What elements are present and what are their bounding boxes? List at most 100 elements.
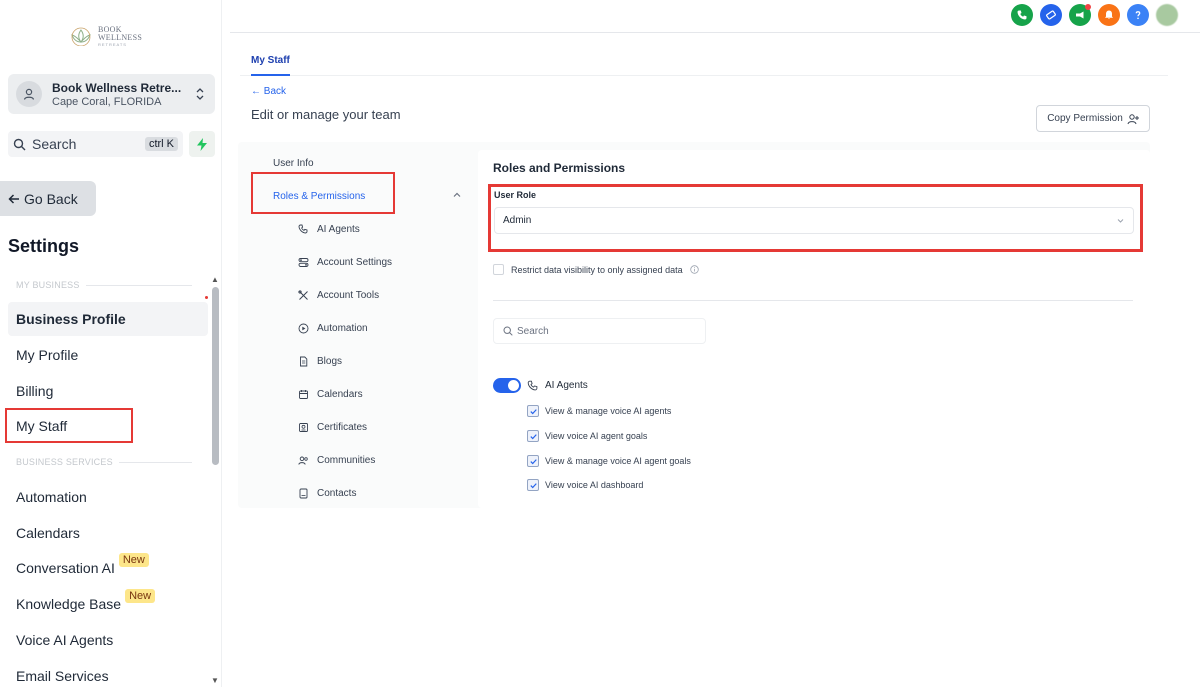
permission-checkbox[interactable] [527, 430, 539, 442]
subnav-certificates[interactable]: Certificates [298, 422, 367, 433]
copy-permission-label: Copy Permission [1047, 113, 1123, 124]
permission-item[interactable]: View voice AI dashboard [527, 479, 643, 491]
play-circle-icon [298, 323, 309, 334]
account-name: Book Wellness Retre... [52, 80, 182, 95]
permission-search-placeholder: Search [517, 325, 549, 337]
lotus-icon [71, 27, 91, 46]
divider [493, 300, 1133, 301]
search-icon [503, 326, 513, 336]
subnav-blogs[interactable]: Blogs [298, 356, 342, 367]
document-icon [300, 356, 308, 367]
sidebar-item-calendars[interactable]: Calendars [8, 516, 208, 550]
permission-item[interactable]: View & manage voice AI agents [527, 405, 671, 417]
notification-dot [205, 296, 208, 299]
new-badge: New [118, 553, 149, 567]
phone-call-icon [298, 224, 308, 234]
ai-agents-toggle[interactable] [493, 378, 521, 393]
ticket-icon [1046, 10, 1056, 20]
notifications-button[interactable] [1098, 4, 1120, 26]
search-shortcut: ctrl K [144, 137, 178, 151]
announcements-button[interactable] [1069, 4, 1091, 26]
megaphone-icon [1076, 11, 1084, 19]
tools-icon [298, 290, 308, 300]
back-link[interactable]: ← Back [251, 86, 286, 97]
phone-icon [1017, 10, 1027, 20]
subnav-ai-agents[interactable]: AI Agents [298, 224, 360, 235]
arrow-left-icon [8, 193, 19, 204]
permission-checkbox[interactable] [527, 455, 539, 467]
check-icon [529, 433, 537, 439]
sidebar-item-my-profile[interactable]: My Profile [8, 338, 208, 372]
sidebar-item-automation[interactable]: Automation [8, 480, 208, 514]
account-switcher[interactable]: Book Wellness Retre... Cape Coral, FLORI… [8, 74, 215, 114]
subnav-communities[interactable]: Communities [298, 455, 375, 466]
check-icon [529, 458, 537, 464]
restrict-visibility-label: Restrict data visibility to only assigne… [511, 264, 683, 275]
scroll-up-icon[interactable]: ▲ [211, 275, 219, 284]
subnav-calendars[interactable]: Calendars [298, 389, 363, 400]
permission-item[interactable]: View & manage voice AI agent goals [527, 455, 691, 467]
tab-my-staff[interactable]: My Staff [251, 55, 290, 76]
permission-checkbox[interactable] [527, 479, 539, 491]
section-my-business: MY BUSINESS [16, 280, 192, 290]
bell-icon [1105, 10, 1113, 20]
toggles-icon [298, 258, 309, 267]
search-label: Search [32, 136, 77, 152]
my-staff-highlight [5, 408, 133, 443]
user-role-highlight [488, 184, 1143, 252]
sidebar-item-conversation-ai[interactable]: Conversation AI New [8, 551, 208, 585]
new-badge: New [125, 589, 156, 603]
permission-checkbox[interactable] [527, 405, 539, 417]
subnav-account-tools[interactable]: Account Tools [298, 290, 379, 301]
users-icon [298, 456, 308, 465]
user-icon [23, 88, 35, 100]
settings-title: Settings [8, 236, 80, 256]
lightning-icon [197, 137, 207, 151]
user-avatar[interactable] [1156, 4, 1178, 26]
sidebar-search[interactable]: Search ctrl K [8, 131, 183, 157]
roles-permissions-highlight [251, 172, 395, 214]
brand-logo[interactable]: BOOK WELLNESS RETREATS [68, 24, 168, 48]
account-location: Cape Coral, FLORIDA [52, 95, 162, 108]
section-business-services: BUSINESS SERVICES [16, 457, 192, 467]
ai-agents-group-label: AI Agents [545, 380, 588, 391]
scroll-down-icon[interactable]: ▼ [211, 676, 219, 685]
go-back-label: Go Back [24, 190, 78, 207]
roles-permissions-heading: Roles and Permissions [493, 161, 626, 175]
contact-book-icon [299, 488, 308, 499]
subnav-account-settings[interactable]: Account Settings [298, 257, 392, 268]
sidebar-item-voice-ai-agents[interactable]: Voice AI Agents [8, 623, 208, 657]
subnav-user-info[interactable]: User Info [273, 158, 314, 169]
logo-subtext: RETREATS [97, 41, 127, 47]
permission-item[interactable]: View voice AI agent goals [527, 430, 647, 442]
subnav-contacts[interactable]: Contacts [298, 488, 356, 499]
permission-search-input[interactable]: Search [493, 318, 706, 344]
ticket-button[interactable] [1040, 4, 1062, 26]
info-icon[interactable] [689, 265, 699, 274]
go-back-button[interactable]: Go Back [0, 181, 96, 216]
sidebar-item-billing[interactable]: Billing [8, 374, 208, 408]
help-button[interactable] [1127, 4, 1149, 26]
search-icon [13, 138, 26, 150]
sidebar-scrollbar[interactable]: ▲ ▼ [211, 275, 219, 685]
sidebar-item-email-services[interactable]: Email Services [8, 659, 208, 687]
check-icon [529, 482, 537, 488]
calendar-icon [299, 390, 308, 399]
sidebar-item-knowledge-base[interactable]: Knowledge Base New [8, 587, 208, 621]
tab-bar: My Staff [240, 48, 1168, 76]
page-subtitle: Edit or manage your team [251, 107, 401, 122]
restrict-visibility-checkbox[interactable] [493, 264, 504, 275]
phone-button[interactable] [1011, 4, 1033, 26]
copy-permission-button[interactable]: Copy Permission [1036, 105, 1150, 132]
help-icon [1135, 11, 1141, 20]
sidebar-item-business-profile[interactable]: Business Profile [8, 302, 208, 336]
logo-text: BOOK WELLNESS [97, 24, 143, 42]
subnav-automation[interactable]: Automation [298, 323, 368, 334]
settings-sidebar: BOOK WELLNESS RETREATS Book Wellness Ret… [0, 0, 222, 687]
phone-call-icon [527, 380, 538, 390]
chevron-up-icon[interactable] [452, 190, 462, 200]
quick-action-button[interactable] [189, 131, 215, 157]
certificate-icon [299, 423, 308, 432]
user-add-icon [1127, 113, 1139, 124]
scrollbar-thumb[interactable] [212, 287, 219, 465]
